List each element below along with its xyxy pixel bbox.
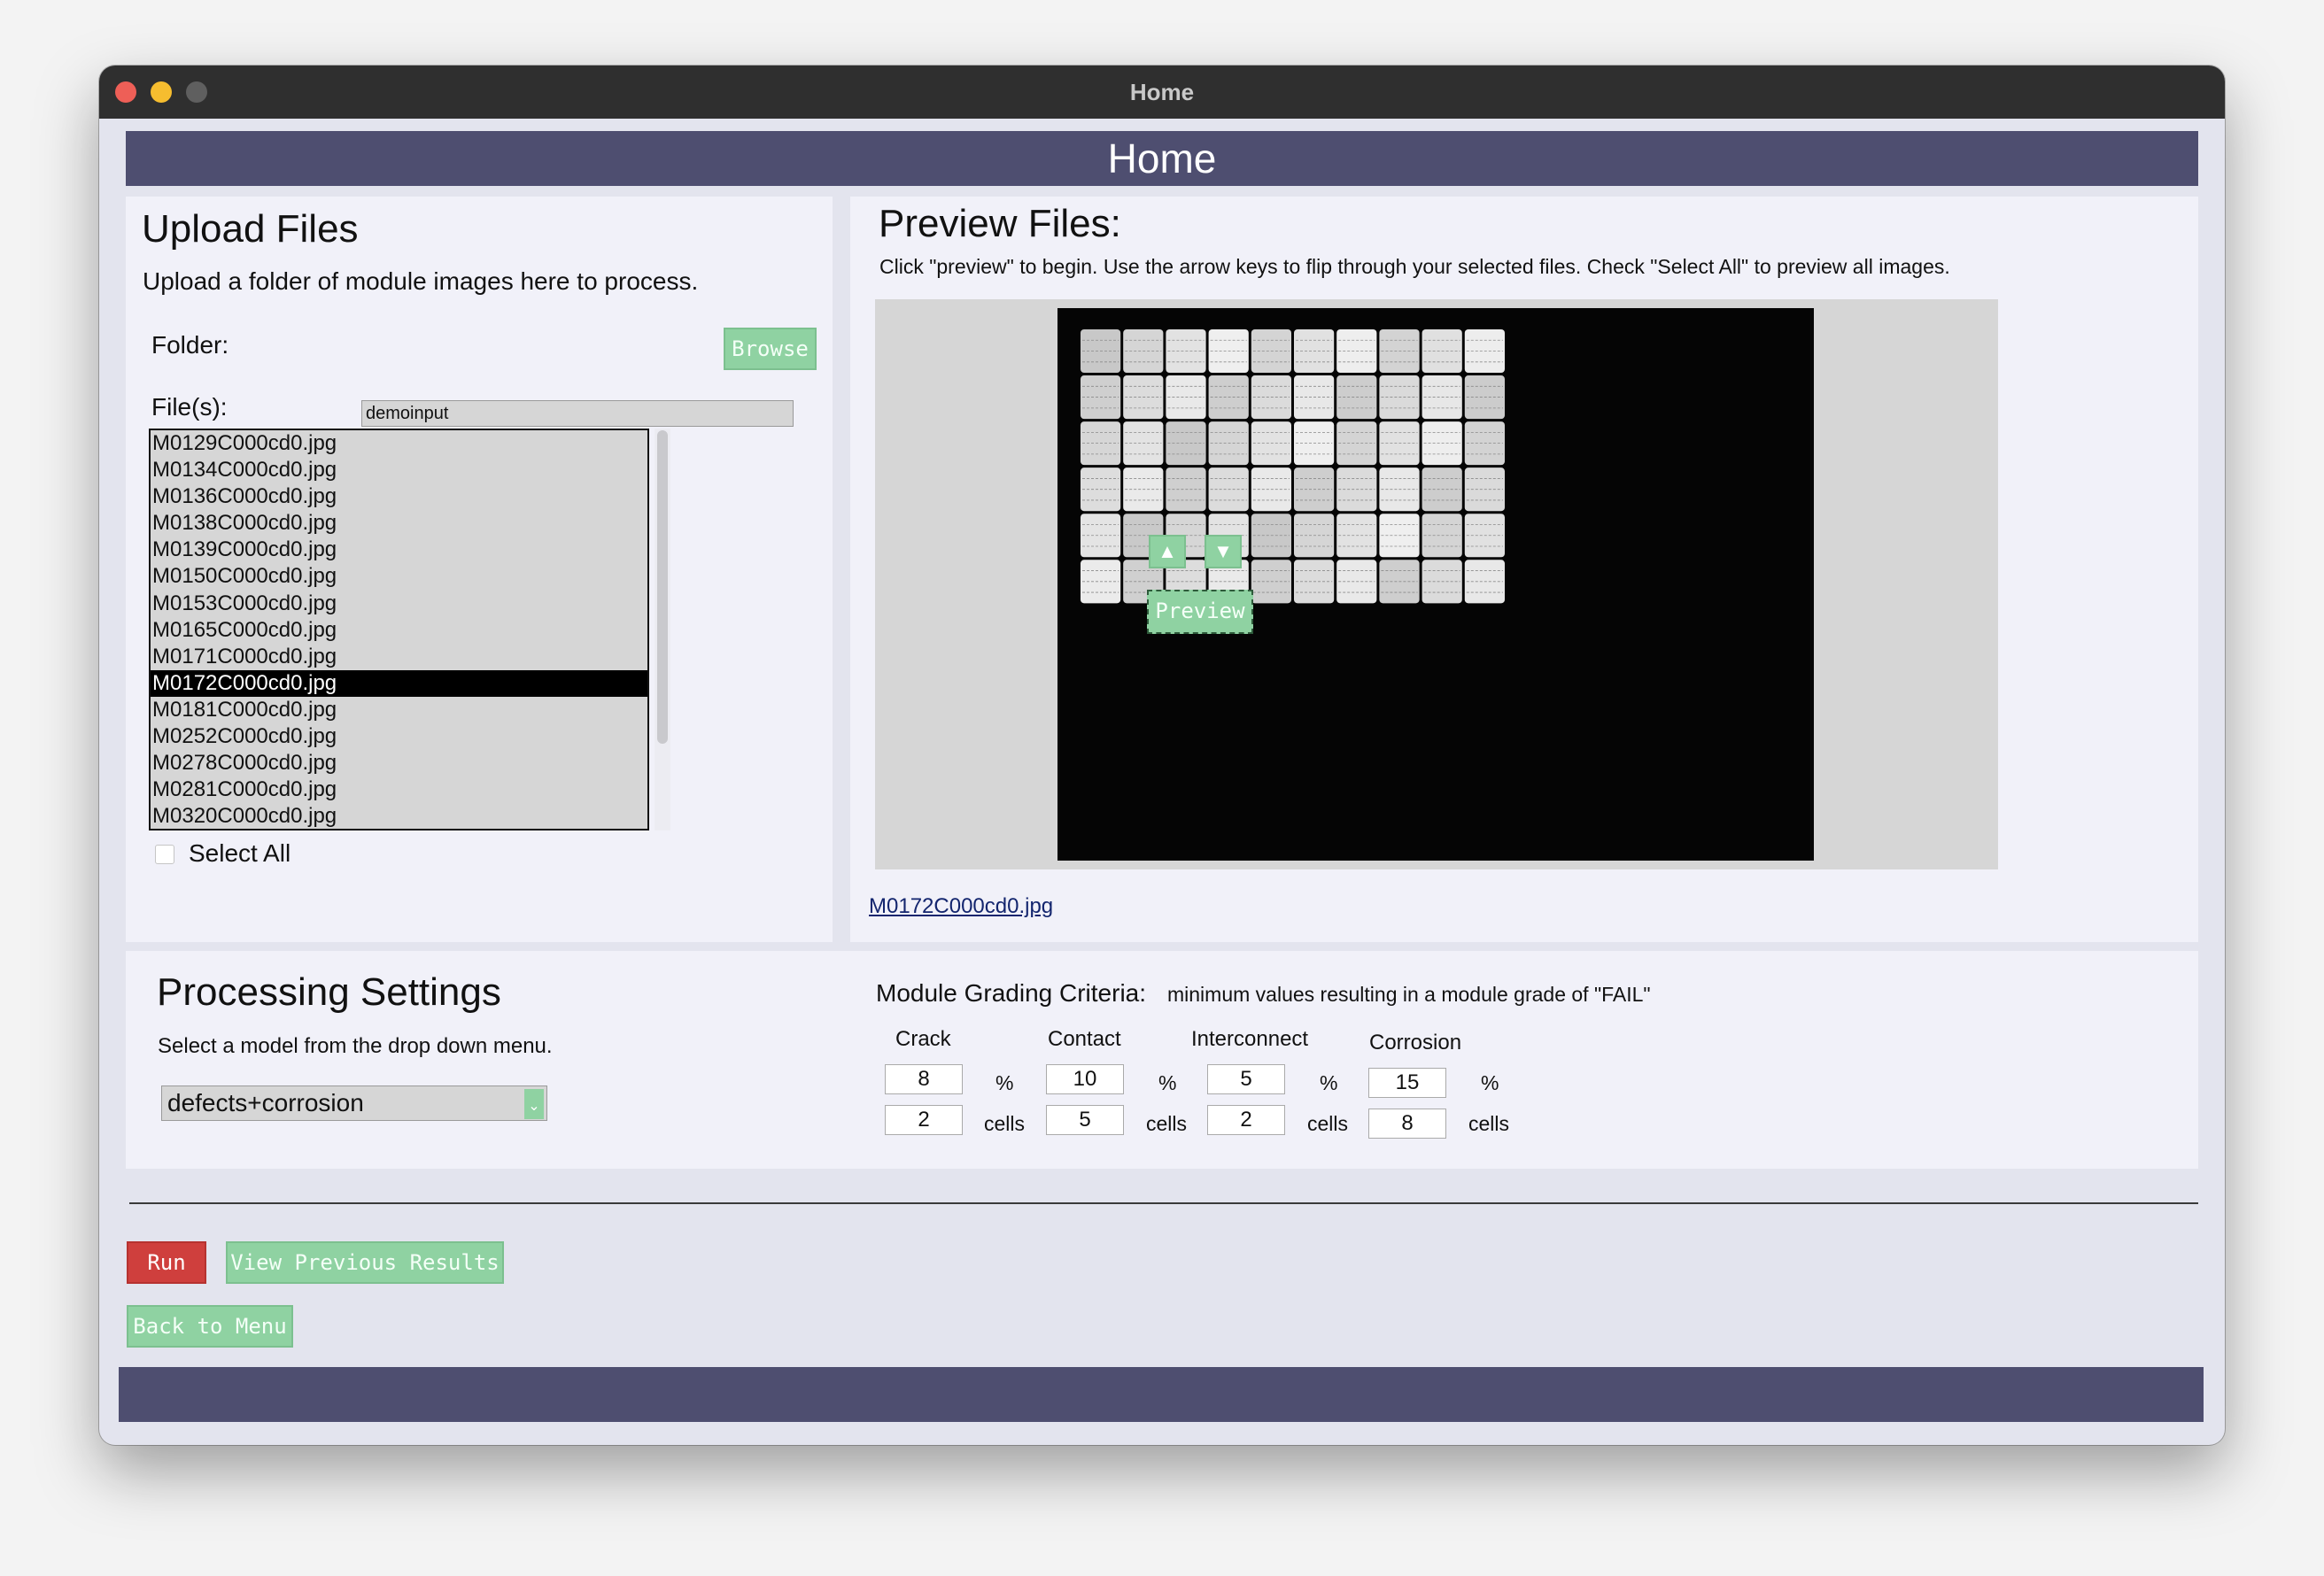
folder-label: Folder: (151, 331, 229, 359)
corrosion-cells-input[interactable]: 8 (1368, 1109, 1446, 1139)
grading-subtitle: minimum values resulting in a module gra… (1167, 983, 1651, 1006)
file-list-scroll-thumb[interactable] (657, 430, 668, 744)
back-to-menu-button[interactable]: Back to Menu (127, 1305, 293, 1348)
up-arrow-icon: ▲ (1158, 540, 1177, 562)
file-list-item[interactable]: M0172C000cd0.jpg (151, 669, 647, 697)
select-all-label: Select All (189, 839, 291, 867)
down-arrow-icon: ▼ (1213, 540, 1233, 562)
contact-percent-unit: % (1158, 1071, 1177, 1094)
page-title: Home (1107, 135, 1217, 182)
crack-cells-input[interactable]: 2 (885, 1105, 963, 1135)
processing-description: Select a model from the drop down menu. (158, 1034, 553, 1058)
module-preview-image (1057, 308, 1814, 861)
grading-title: Module Grading Criteria: (876, 979, 1147, 1007)
interconnect-label: Interconnect (1191, 1027, 1309, 1051)
crack-cells-unit: cells (984, 1112, 1026, 1135)
corrosion-label: Corrosion (1369, 1031, 1462, 1055)
footer-bar (119, 1367, 2204, 1422)
file-list-item[interactable]: M0252C000cd0.jpg (151, 723, 647, 750)
files-label: File(s): (151, 393, 228, 421)
processing-title: Processing Settings (157, 970, 501, 1014)
crack-percent-input[interactable]: 8 (885, 1064, 963, 1094)
next-file-button[interactable]: ▼ (1205, 535, 1242, 568)
page-header: Home (126, 131, 2198, 186)
file-list-item[interactable]: M0136C000cd0.jpg (151, 483, 647, 510)
file-list-item[interactable]: M0165C000cd0.jpg (151, 617, 647, 644)
file-list-item[interactable]: M0171C000cd0.jpg (151, 644, 647, 670)
run-button[interactable]: Run (127, 1241, 206, 1284)
file-list-item[interactable]: M0138C000cd0.jpg (151, 510, 647, 537)
file-list-item[interactable]: M0320C000cd0.jpg (151, 803, 647, 829)
previous-file-button[interactable]: ▲ (1149, 535, 1186, 568)
file-list-item[interactable]: M0153C000cd0.jpg (151, 591, 647, 617)
contact-percent-input[interactable]: 10 (1046, 1064, 1124, 1094)
file-list-item[interactable]: M0129C000cd0.jpg (151, 430, 647, 457)
file-list-item[interactable]: M0281C000cd0.jpg (151, 776, 647, 803)
dropdown-chevron-icon[interactable]: ⌄ (524, 1089, 544, 1119)
preview-button[interactable]: Preview (1147, 590, 1253, 634)
section-divider (129, 1202, 2198, 1204)
file-list-item[interactable]: M0139C000cd0.jpg (151, 537, 647, 563)
upload-title: Upload Files (142, 207, 359, 251)
file-list-item[interactable]: M0134C000cd0.jpg (151, 457, 647, 483)
select-all-checkbox[interactable] (155, 845, 174, 864)
solar-module-el-image (1057, 308, 1814, 861)
crack-percent-unit: % (995, 1071, 1014, 1094)
view-previous-results-button[interactable]: View Previous Results (226, 1241, 504, 1284)
browse-button[interactable]: Browse (724, 328, 817, 370)
interconnect-percent-unit: % (1320, 1071, 1338, 1094)
file-list-item[interactable]: M0278C000cd0.jpg (151, 750, 647, 776)
upload-description: Upload a folder of module images here to… (143, 267, 699, 295)
file-list-item[interactable]: M0181C000cd0.jpg (151, 697, 647, 723)
contact-cells-input[interactable]: 5 (1046, 1105, 1124, 1135)
folder-path-input[interactable]: demoinput (361, 400, 794, 427)
preview-instructions: Click "preview" to begin. Use the arrow … (879, 255, 1950, 278)
contact-label: Contact (1048, 1027, 1121, 1051)
preview-filename-link[interactable]: M0172C000cd0.jpg (869, 894, 1053, 919)
file-listbox[interactable]: M0129C000cd0.jpg M0134C000cd0.jpg M0136C00… (149, 429, 649, 830)
corrosion-percent-unit: % (1481, 1071, 1499, 1094)
corrosion-percent-input[interactable]: 15 (1368, 1068, 1446, 1098)
window-content: Home Upload Files Upload a folder of mod… (99, 66, 2225, 1445)
interconnect-cells-input[interactable]: 2 (1207, 1105, 1285, 1135)
file-list-item[interactable]: M0150C000cd0.jpg (151, 563, 647, 590)
interconnect-percent-input[interactable]: 5 (1207, 1064, 1285, 1094)
contact-cells-unit: cells (1146, 1112, 1188, 1135)
corrosion-cells-unit: cells (1468, 1112, 1510, 1135)
preview-title: Preview Files: (879, 202, 1121, 245)
model-dropdown[interactable]: defects+corrosion (161, 1085, 547, 1121)
interconnect-cells-unit: cells (1307, 1112, 1349, 1135)
crack-label: Crack (895, 1027, 951, 1051)
